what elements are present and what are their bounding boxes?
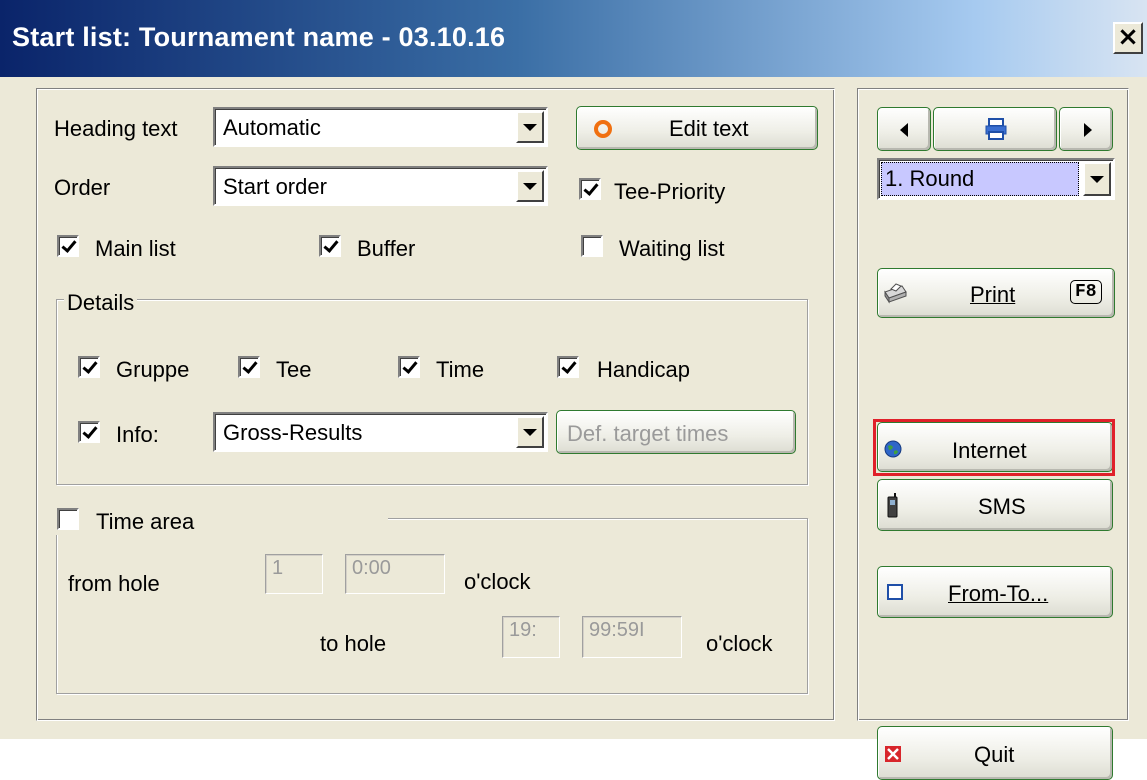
from-hole-input[interactable]: 1: [265, 554, 323, 594]
tee-priority-checkbox[interactable]: [579, 178, 601, 200]
orange-ring-icon: [594, 120, 612, 138]
window-title: Start list: Tournament name - 03.10.16: [12, 22, 506, 52]
internet-highlight-box: [873, 419, 1115, 476]
round-value: 1. Round: [885, 166, 975, 191]
time-area-checkbox[interactable]: [57, 508, 79, 530]
info-value: Gross-Results: [223, 420, 363, 445]
info-select[interactable]: Gross-Results: [213, 412, 548, 452]
to-hole-input[interactable]: 19:: [502, 616, 560, 658]
handicap-checkbox[interactable]: [557, 356, 579, 378]
main-list-checkbox[interactable]: [57, 235, 79, 257]
chevron-down-icon[interactable]: [516, 170, 544, 202]
heading-text-label: Heading text: [54, 116, 178, 141]
heading-text-select[interactable]: Automatic: [213, 107, 548, 147]
waiting-list-checkbox[interactable]: [581, 235, 603, 257]
arrow-right-icon: [1084, 123, 1092, 137]
def-target-times-button[interactable]: Def. target times: [556, 410, 796, 454]
print-button[interactable]: Print F8: [877, 268, 1115, 318]
buffer-label[interactable]: Buffer: [357, 236, 415, 262]
print-shortcut-badge: F8: [1070, 280, 1102, 304]
time-label[interactable]: Time: [436, 357, 484, 383]
gruppe-label[interactable]: Gruppe: [116, 357, 189, 383]
tee-checkbox[interactable]: [238, 356, 260, 378]
edit-text-label: Edit text: [669, 116, 749, 141]
start-list-dialog: Start list: Tournament name - 03.10.16 ×…: [0, 0, 1147, 780]
from-oclock-label: o'clock: [464, 569, 531, 594]
order-value: Start order: [223, 174, 327, 199]
from-time-input[interactable]: 0:00: [345, 554, 445, 594]
order-label: Order: [54, 175, 111, 200]
quit-label: Quit: [974, 742, 1015, 767]
tee-label[interactable]: Tee: [276, 357, 311, 383]
square-icon: [887, 584, 903, 600]
previous-round-button[interactable]: [877, 107, 931, 151]
tee-priority-label[interactable]: Tee-Priority: [614, 179, 725, 205]
mobile-phone-icon: [887, 493, 898, 518]
round-select[interactable]: 1. Round: [877, 158, 1115, 200]
heading-text-value: Automatic: [223, 115, 321, 140]
chevron-down-icon[interactable]: [516, 416, 544, 448]
gruppe-checkbox[interactable]: [78, 356, 100, 378]
from-hole-value: 1: [272, 557, 284, 579]
print-label: Print: [970, 282, 1016, 307]
time-area-label[interactable]: Time area: [96, 509, 194, 535]
chevron-down-icon[interactable]: [516, 111, 544, 143]
from-to-label: From-To...: [948, 581, 1049, 606]
printer-icon: [884, 283, 907, 304]
quit-button[interactable]: Quit: [877, 726, 1113, 780]
info-checkbox[interactable]: [78, 421, 100, 443]
details-group: [56, 299, 808, 485]
buffer-checkbox[interactable]: [319, 235, 341, 257]
details-legend: Details: [64, 290, 138, 316]
next-round-button[interactable]: [1059, 107, 1113, 151]
def-target-times-label: Def. target times: [567, 421, 729, 446]
printer-setup-icon: [985, 118, 1007, 140]
red-x-icon: [885, 746, 901, 762]
waiting-list-label[interactable]: Waiting list: [619, 236, 725, 262]
info-label[interactable]: Info:: [116, 422, 159, 448]
title-bar: Start list: Tournament name - 03.10.16 ×: [0, 0, 1147, 77]
to-time-input[interactable]: 99:59I: [582, 616, 682, 658]
dialog-body: Heading text Automatic Edit text Order S…: [0, 77, 1147, 780]
time-area-group: [56, 518, 808, 694]
to-hole-value: 19:: [509, 619, 537, 641]
time-checkbox[interactable]: [398, 356, 420, 378]
handicap-label[interactable]: Handicap: [597, 357, 690, 383]
to-hole-label: to hole: [320, 631, 387, 656]
from-to-button[interactable]: From-To...: [877, 566, 1113, 618]
chevron-down-icon[interactable]: [1083, 162, 1111, 196]
close-button[interactable]: ×: [1113, 22, 1143, 54]
order-select[interactable]: Start order: [213, 166, 548, 206]
to-oclock-label: o'clock: [706, 631, 773, 656]
edit-text-button[interactable]: Edit text: [576, 106, 818, 150]
arrow-left-icon: [900, 123, 908, 137]
from-time-value: 0:00: [352, 557, 391, 579]
from-hole-label: from hole: [68, 571, 160, 596]
main-list-label[interactable]: Main list: [95, 236, 176, 262]
sms-label: SMS: [978, 494, 1026, 519]
print-setup-button[interactable]: [933, 107, 1057, 151]
sms-button[interactable]: SMS: [877, 479, 1113, 531]
to-time-value: 99:59I: [589, 619, 645, 641]
